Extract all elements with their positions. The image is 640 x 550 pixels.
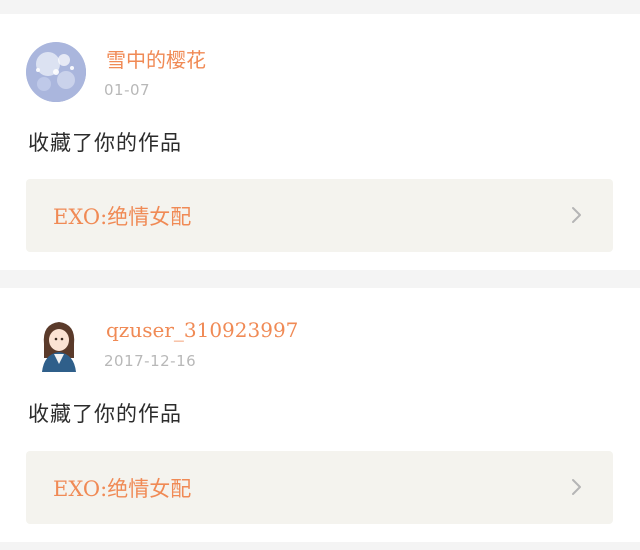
action-text: 收藏了你的作品	[28, 402, 182, 426]
action-text: 收藏了你的作品	[28, 131, 182, 155]
username[interactable]: 雪中的樱花	[106, 44, 206, 73]
chevron-right-icon	[572, 207, 581, 223]
work-title: EXO:绝情女配	[53, 477, 192, 501]
timestamp: 01-07	[104, 81, 151, 99]
work-link[interactable]: EXO:绝情女配	[26, 451, 613, 524]
feed-item: qzuser_310923997 2017-12-16 收藏了你的作品 EXO:…	[0, 288, 640, 542]
avatar[interactable]	[30, 314, 88, 374]
chevron-right-icon	[572, 479, 581, 495]
work-link[interactable]: EXO:绝情女配	[26, 179, 613, 252]
username[interactable]: qzuser_310923997	[106, 318, 298, 342]
avatar[interactable]	[26, 42, 86, 102]
avatar-image	[26, 42, 86, 102]
avatar-image	[30, 314, 88, 374]
work-title: EXO:绝情女配	[53, 205, 192, 229]
feed-item: 雪中的樱花 01-07 收藏了你的作品 EXO:绝情女配	[0, 14, 640, 270]
timestamp: 2017-12-16	[104, 352, 197, 370]
